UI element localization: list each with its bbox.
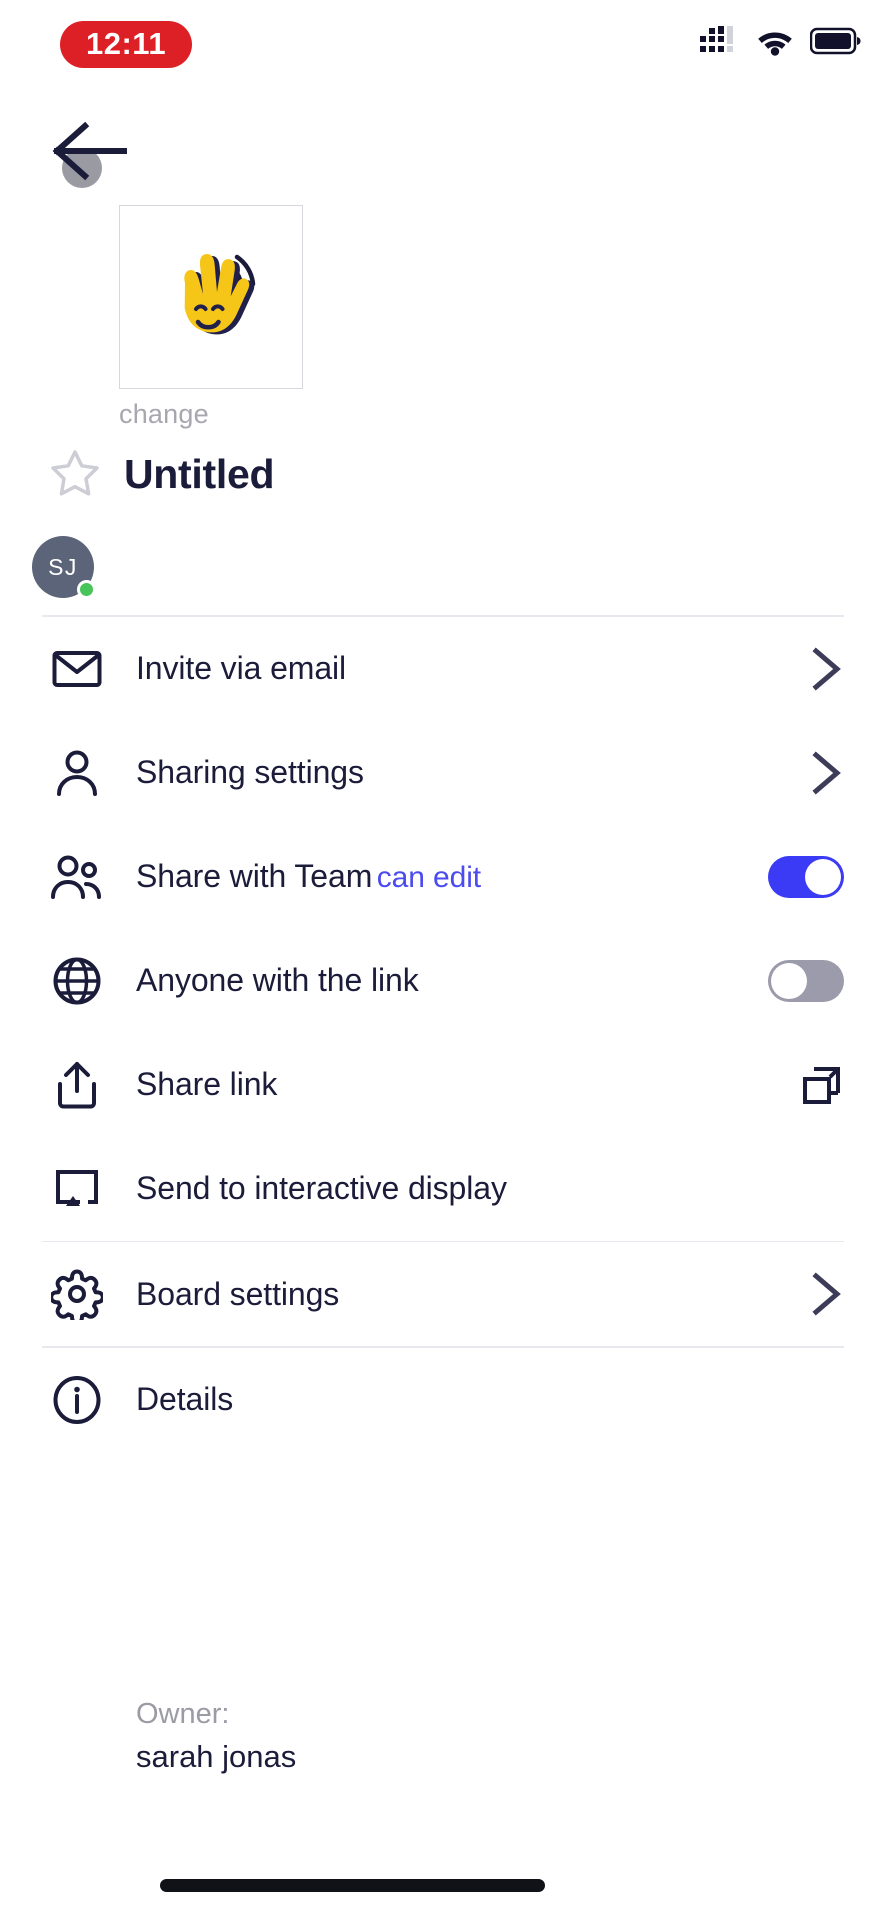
menu-item-label: Share with Team bbox=[136, 858, 373, 894]
menu-item-anyone-with-the-link[interactable]: Anyone with the link bbox=[0, 929, 886, 1033]
board-thumbnail-section: change bbox=[119, 205, 303, 430]
avatar[interactable]: SJ bbox=[32, 536, 96, 599]
waving-hand-emoji bbox=[149, 233, 273, 362]
menu-item-label: Invite via email bbox=[136, 650, 347, 686]
menu-item-details[interactable]: Details bbox=[0, 1348, 886, 1452]
menu-item-label: Sharing settings bbox=[136, 754, 364, 790]
owner-name: sarah jonas bbox=[136, 1739, 297, 1774]
back-arrow-icon bbox=[52, 121, 130, 186]
menu-item-label: Send to interactive display bbox=[136, 1170, 507, 1206]
toggle-knob bbox=[805, 858, 841, 895]
status-time: 12:11 bbox=[60, 21, 193, 68]
toggle-knob bbox=[771, 962, 807, 999]
online-status-dot bbox=[77, 580, 96, 599]
change-thumbnail-link[interactable]: change bbox=[119, 399, 303, 430]
menu-item-invite-via-email[interactable]: Invite via email bbox=[0, 617, 886, 721]
owner-label: Owner: bbox=[136, 1698, 230, 1730]
board-share-screen: 12:11 change Untitled SJ Invite via emai… bbox=[0, 0, 886, 1920]
gear-icon bbox=[46, 1263, 108, 1325]
envelope-icon bbox=[46, 638, 108, 700]
menu-item-label: Share link bbox=[136, 1066, 278, 1102]
globe-icon bbox=[46, 950, 108, 1012]
board-thumbnail[interactable] bbox=[119, 205, 303, 389]
menu-item-label: Details bbox=[136, 1381, 234, 1417]
page-title[interactable]: Untitled bbox=[124, 451, 275, 498]
anyone-with-link-toggle[interactable] bbox=[768, 959, 844, 1002]
menu-item-send-to-interactive-display[interactable]: Send to interactive display bbox=[0, 1137, 886, 1241]
battery-icon bbox=[810, 26, 862, 56]
avatar-initials: SJ bbox=[48, 553, 78, 580]
collaborator-list: SJ bbox=[32, 536, 96, 599]
cellular-signal-icon bbox=[700, 26, 740, 56]
share-options-list: Invite via email Sharing settings Share … bbox=[0, 615, 886, 1452]
cast-display-icon bbox=[46, 1158, 108, 1220]
menu-item-sharing-settings[interactable]: Sharing settings bbox=[0, 721, 886, 825]
status-bar: 12:11 bbox=[0, 0, 886, 90]
board-title-row: Untitled bbox=[44, 443, 275, 505]
copy-icon[interactable] bbox=[774, 1063, 844, 1107]
details-panel: Owner: sarah jonas bbox=[0, 1698, 886, 1775]
redaction-bar bbox=[160, 1879, 545, 1892]
permission-link[interactable]: can edit bbox=[377, 861, 481, 894]
menu-item-label: Anyone with the link bbox=[136, 962, 419, 998]
person-icon bbox=[46, 742, 108, 804]
menu-item-label: Board settings bbox=[136, 1275, 340, 1312]
chevron-right-icon[interactable] bbox=[774, 750, 844, 795]
back-button[interactable] bbox=[52, 120, 130, 182]
menu-item-share-with-team[interactable]: Share with Team can edit bbox=[0, 825, 886, 929]
menu-item-board-settings[interactable]: Board settings bbox=[0, 1242, 886, 1346]
info-circle-icon bbox=[46, 1369, 108, 1431]
people-icon bbox=[46, 846, 108, 908]
menu-item-share-link[interactable]: Share link bbox=[0, 1033, 886, 1137]
share-upload-icon bbox=[46, 1054, 108, 1116]
wifi-icon bbox=[756, 26, 794, 56]
star-outline-icon[interactable] bbox=[44, 443, 106, 505]
share-with-team-toggle[interactable] bbox=[768, 855, 844, 898]
chevron-right-icon[interactable] bbox=[774, 1272, 844, 1316]
chevron-right-icon[interactable] bbox=[774, 646, 844, 691]
status-indicators bbox=[700, 26, 862, 56]
